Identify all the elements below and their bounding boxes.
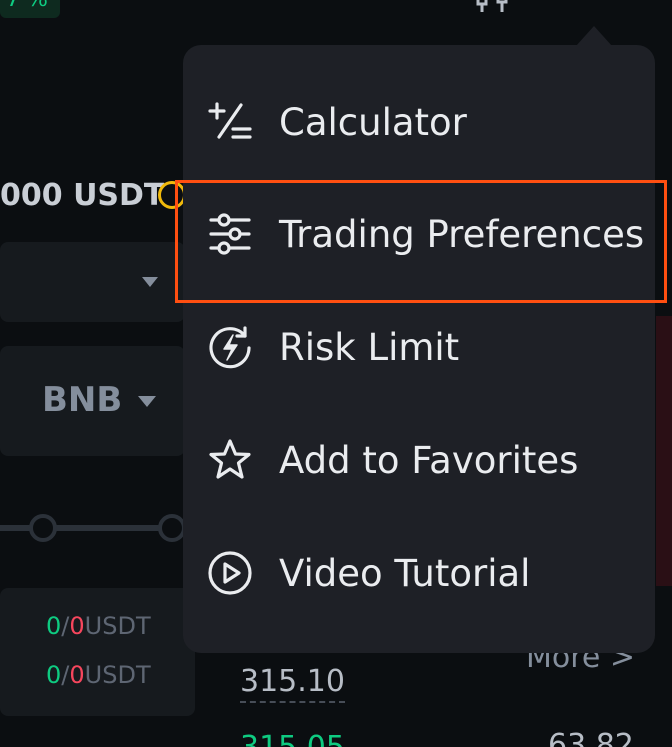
menu-item-label: Risk Limit	[279, 325, 460, 369]
chevron-down-icon	[138, 396, 156, 407]
mark-price[interactable]: 315.10	[240, 664, 345, 703]
available-balance: 000 USDT	[0, 178, 165, 213]
more-options-menu: Calculator Trading Preferences Risk Limi…	[183, 45, 655, 653]
chevron-down-icon	[142, 277, 158, 287]
menu-item-calculator[interactable]: Calculator	[183, 66, 655, 178]
bid-price: 315.05	[240, 730, 345, 747]
popup-pointer	[576, 26, 612, 46]
play-circle-icon	[207, 550, 253, 596]
more-options-button[interactable]: ···	[566, 0, 605, 11]
menu-item-trading-preferences[interactable]: Trading Preferences	[183, 178, 655, 290]
menu-item-add-to-favorites[interactable]: Add to Favorites	[183, 404, 655, 516]
max-buy-value: 0	[46, 661, 62, 689]
menu-item-label: Add to Favorites	[279, 438, 579, 482]
cost-unit: USDT	[84, 612, 151, 640]
cost-panel	[0, 588, 195, 716]
menu-item-label: Calculator	[279, 100, 467, 144]
menu-item-video-tutorial[interactable]: Video Tutorial	[183, 517, 655, 629]
orderbook-ask-bar	[656, 316, 672, 586]
menu-item-label: Video Tutorial	[279, 551, 531, 595]
asset-selector[interactable]: BNB	[42, 380, 122, 420]
cost-sell-value: 0	[69, 612, 85, 640]
slider-step[interactable]	[29, 514, 57, 542]
max-row: 0/0USDT	[46, 661, 151, 689]
calculator-icon	[207, 99, 253, 145]
change-badge: 7 %	[0, 0, 60, 18]
slider-step[interactable]	[158, 514, 186, 542]
filter-icon[interactable]	[474, 0, 514, 16]
transfer-icon[interactable]	[158, 181, 186, 209]
star-icon	[207, 437, 253, 483]
menu-item-risk-limit[interactable]: Risk Limit	[183, 291, 655, 403]
bid-amount: 63.82	[548, 728, 634, 747]
max-unit: USDT	[84, 661, 151, 689]
cost-buy-value: 0	[46, 612, 62, 640]
cost-row: 0/0USDT	[46, 612, 151, 640]
menu-item-label: Trading Preferences	[279, 212, 645, 256]
risk-limit-icon	[207, 324, 253, 370]
sliders-icon	[207, 211, 253, 257]
max-sell-value: 0	[69, 661, 85, 689]
